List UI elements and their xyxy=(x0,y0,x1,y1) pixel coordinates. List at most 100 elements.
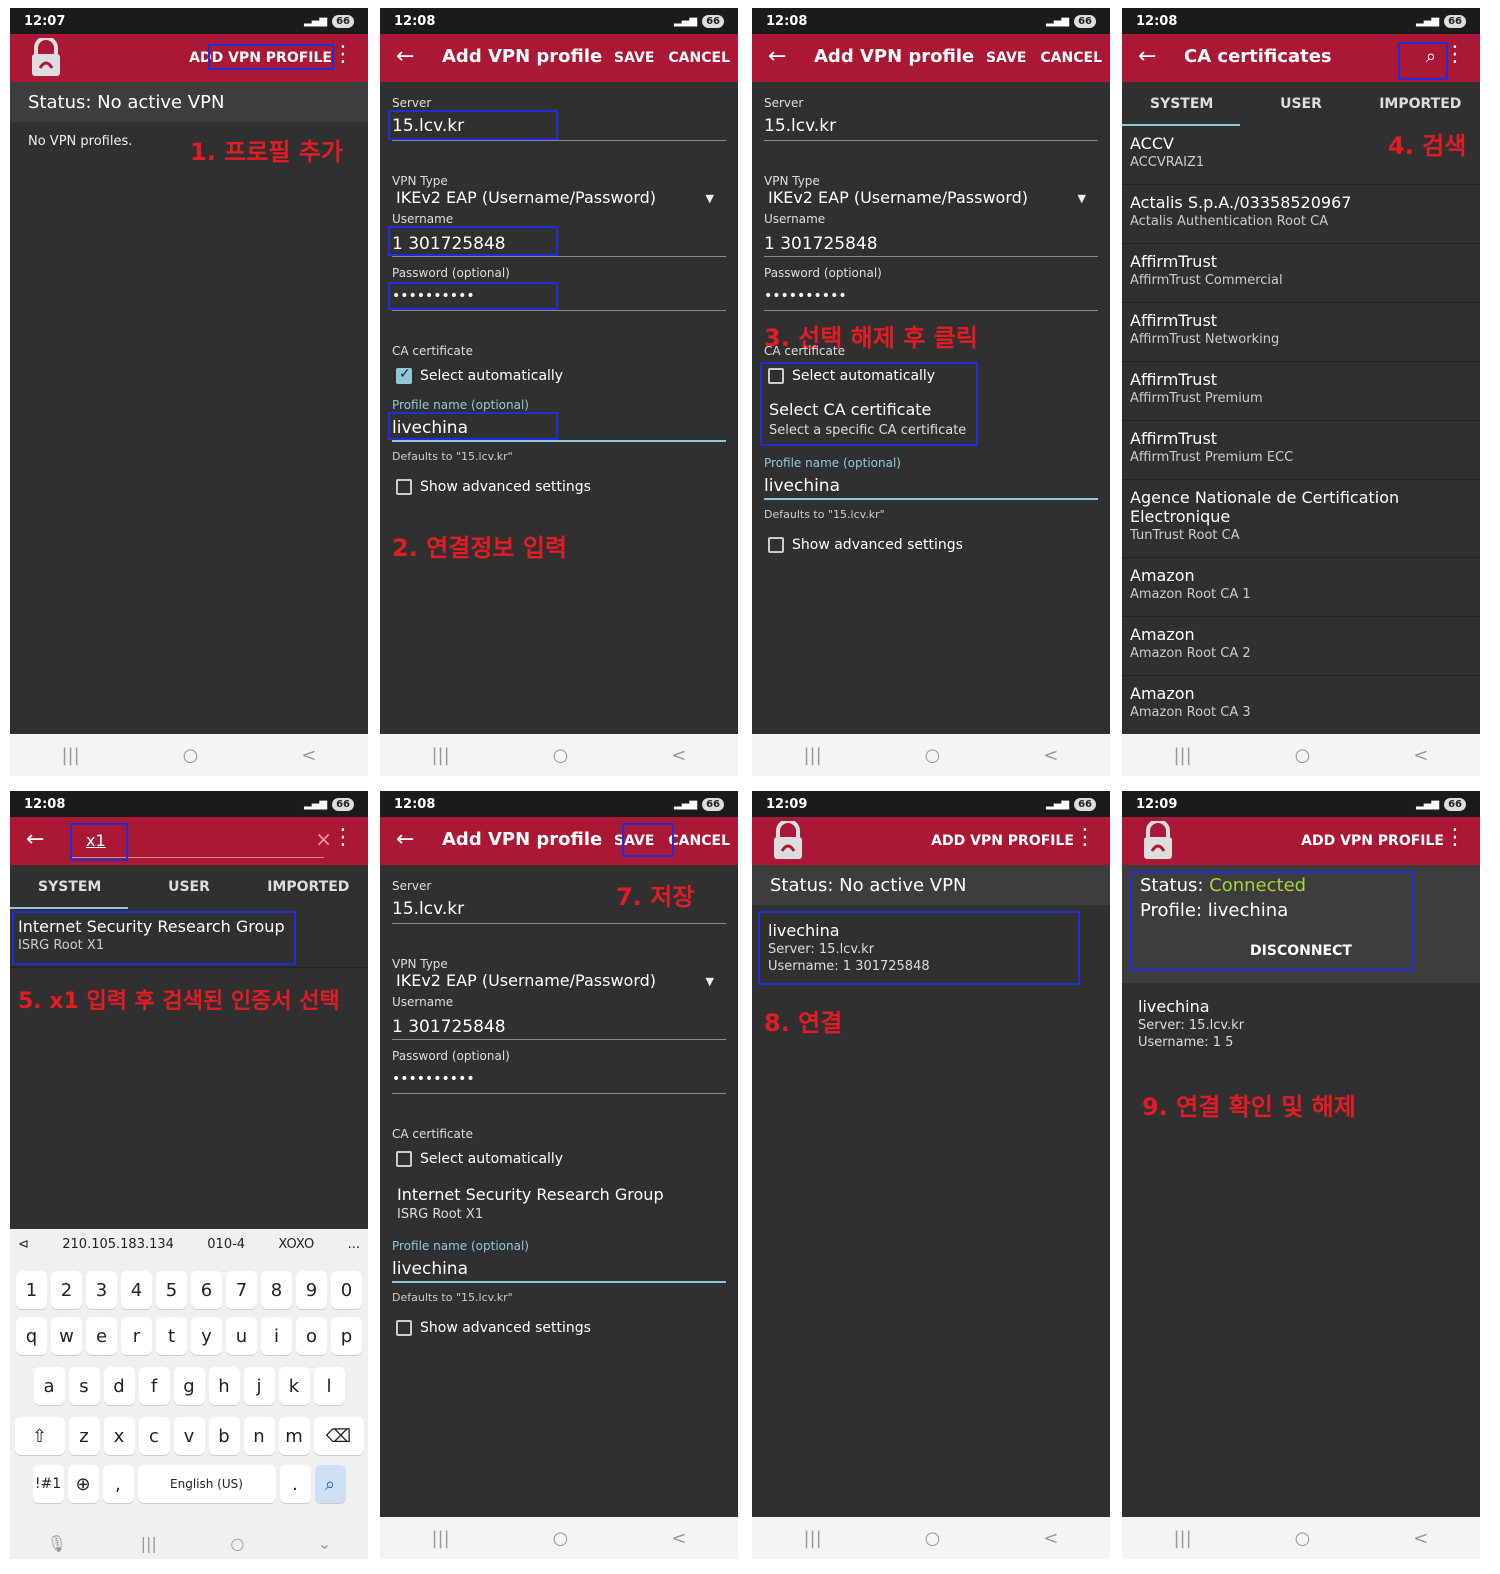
username-field[interactable]: 1 301725848 xyxy=(764,234,878,254)
key[interactable]: c xyxy=(138,1417,170,1455)
tab-imported[interactable]: IMPORTED xyxy=(1361,82,1480,126)
recents-icon[interactable]: ||| xyxy=(61,745,79,766)
mic-icon[interactable]: 🎙 xyxy=(47,1534,67,1553)
key[interactable]: y xyxy=(191,1317,222,1355)
key[interactable]: 5 xyxy=(156,1271,187,1309)
key[interactable]: z xyxy=(68,1417,100,1455)
back-nav-icon[interactable]: < xyxy=(1043,745,1058,766)
recents-icon[interactable]: ||| xyxy=(803,1528,821,1549)
add-vpn-profile-button[interactable]: ADD VPN PROFILE xyxy=(1301,833,1444,849)
key[interactable]: 6 xyxy=(191,1271,222,1309)
overflow-menu-icon[interactable]: ⋮ xyxy=(332,827,354,849)
tab-user[interactable]: USER xyxy=(1241,82,1360,126)
recents-icon[interactable]: ||| xyxy=(1173,1528,1191,1549)
tab-system[interactable]: SYSTEM xyxy=(10,865,129,909)
overflow-menu-icon[interactable]: ⋮ xyxy=(332,44,354,66)
dot-key[interactable]: . xyxy=(279,1465,311,1503)
keyboard-collapse-icon[interactable]: ⊲ xyxy=(18,1237,29,1252)
recents-icon[interactable]: ||| xyxy=(431,1528,449,1549)
key[interactable]: 3 xyxy=(86,1271,117,1309)
suggestion[interactable]: XOXO xyxy=(278,1237,314,1252)
key[interactable]: t xyxy=(156,1317,187,1355)
advanced-checkbox[interactable]: Show advanced settings xyxy=(396,1320,591,1336)
back-nav-icon[interactable]: < xyxy=(1413,745,1428,766)
home-icon[interactable]: ○ xyxy=(1295,745,1311,766)
tab-imported[interactable]: IMPORTED xyxy=(249,865,368,909)
back-arrow-icon[interactable]: ← xyxy=(1138,44,1156,69)
clear-icon[interactable]: × xyxy=(315,827,332,851)
cert-item[interactable]: AffirmTrust AffirmTrust Commercial xyxy=(1122,244,1480,303)
key[interactable]: 4 xyxy=(121,1271,152,1309)
key[interactable]: j xyxy=(243,1367,275,1405)
key[interactable]: e xyxy=(86,1317,117,1355)
key[interactable]: w xyxy=(51,1317,82,1355)
key[interactable]: 2 xyxy=(51,1271,82,1309)
home-icon[interactable]: ○ xyxy=(925,745,941,766)
more-suggestions[interactable]: ... xyxy=(348,1237,360,1252)
key[interactable]: m xyxy=(278,1417,310,1455)
key[interactable]: b xyxy=(208,1417,240,1455)
backspace-icon[interactable]: ⌫ xyxy=(313,1417,364,1455)
cert-item[interactable]: Actalis S.p.A./03358520967 Actalis Authen… xyxy=(1122,185,1480,244)
cert-item[interactable]: Amazon Amazon Root CA 3 xyxy=(1122,676,1480,735)
cancel-button[interactable]: CANCEL xyxy=(668,833,730,849)
home-icon[interactable]: ○ xyxy=(230,1534,244,1553)
profile-name-field[interactable]: livechina xyxy=(764,476,840,496)
recents-icon[interactable]: ||| xyxy=(803,745,821,766)
key[interactable]: 1 xyxy=(16,1271,47,1309)
key[interactable]: l xyxy=(313,1367,345,1405)
save-button[interactable]: SAVE xyxy=(986,50,1026,66)
password-field[interactable]: •••••••••• xyxy=(392,1071,475,1087)
key[interactable]: d xyxy=(103,1367,135,1405)
profile-name-field[interactable]: livechina xyxy=(392,1259,468,1279)
key[interactable]: f xyxy=(138,1367,170,1405)
overflow-menu-icon[interactable]: ⋮ xyxy=(1444,827,1466,849)
symbols-key[interactable]: !#1 xyxy=(32,1465,64,1503)
select-auto-checkbox[interactable]: Select automatically xyxy=(396,366,563,384)
key[interactable]: v xyxy=(173,1417,205,1455)
overflow-menu-icon[interactable]: ⋮ xyxy=(1074,827,1096,849)
recents-icon[interactable]: ||| xyxy=(431,745,449,766)
suggestion[interactable]: 210.105.183.134 xyxy=(62,1237,174,1252)
advanced-checkbox[interactable]: Show advanced settings xyxy=(768,537,963,553)
key[interactable]: p xyxy=(331,1317,362,1355)
back-nav-icon[interactable]: < xyxy=(1413,1528,1428,1549)
home-icon[interactable]: ○ xyxy=(553,1528,569,1549)
profile-item[interactable]: livechina Server: 15.lcv.kr Username: 1 … xyxy=(1138,997,1244,1050)
vpn-type-select[interactable]: IKEv2 EAP (Username/Password) xyxy=(396,188,656,207)
tab-user[interactable]: USER xyxy=(129,865,248,909)
home-icon[interactable]: ○ xyxy=(553,745,569,766)
back-nav-icon[interactable]: < xyxy=(671,745,686,766)
key[interactable]: i xyxy=(261,1317,292,1355)
cert-item[interactable]: AffirmTrust AffirmTrust Premium xyxy=(1122,362,1480,421)
recents-icon[interactable]: ||| xyxy=(141,1534,157,1553)
key[interactable]: u xyxy=(226,1317,257,1355)
key[interactable]: g xyxy=(173,1367,205,1405)
password-field[interactable]: •••••••••• xyxy=(764,288,847,304)
recents-icon[interactable]: ||| xyxy=(1173,745,1191,766)
search-key-icon[interactable]: ⌕ xyxy=(314,1465,346,1503)
home-icon[interactable]: ○ xyxy=(183,745,199,766)
back-arrow-icon[interactable]: ← xyxy=(768,44,786,69)
space-key[interactable]: English (US) xyxy=(137,1465,276,1503)
cert-item[interactable]: Amazon Amazon Root CA 2 xyxy=(1122,617,1480,676)
cert-item[interactable]: AffirmTrust AffirmTrust Premium ECC xyxy=(1122,421,1480,480)
home-icon[interactable]: ○ xyxy=(925,1528,941,1549)
vpn-type-select[interactable]: IKEv2 EAP (Username/Password) xyxy=(768,188,1028,207)
back-nav-icon[interactable]: < xyxy=(671,1528,686,1549)
cert-item[interactable]: Agence Nationale de Certification Electr… xyxy=(1122,480,1480,558)
globe-icon[interactable]: ⊕ xyxy=(67,1465,99,1503)
save-button[interactable]: SAVE xyxy=(614,50,654,66)
select-auto-checkbox[interactable]: Select automatically xyxy=(396,1151,563,1167)
cancel-button[interactable]: CANCEL xyxy=(668,50,730,66)
key[interactable]: o xyxy=(296,1317,327,1355)
hide-keyboard-icon[interactable]: ⌄ xyxy=(318,1534,331,1553)
back-nav-icon[interactable]: < xyxy=(1043,1528,1058,1549)
shift-icon[interactable]: ⇧ xyxy=(14,1417,65,1455)
vpn-type-select[interactable]: IKEv2 EAP (Username/Password) xyxy=(396,971,656,990)
username-field[interactable]: 1 301725848 xyxy=(392,1017,506,1037)
back-arrow-icon[interactable]: ← xyxy=(396,827,414,852)
add-vpn-profile-button[interactable]: ADD VPN PROFILE xyxy=(931,833,1074,849)
back-arrow-icon[interactable]: ← xyxy=(26,827,44,852)
home-icon[interactable]: ○ xyxy=(1295,1528,1311,1549)
